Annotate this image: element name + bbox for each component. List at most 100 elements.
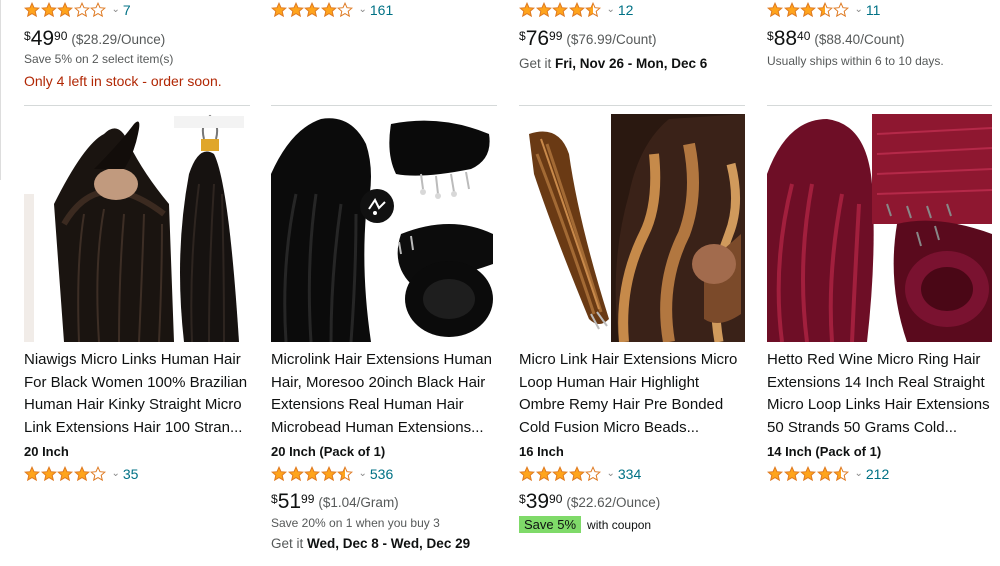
price-currency: $ — [271, 492, 278, 506]
save-offer-text: Save 20% on 1 when you buy 3 — [271, 516, 440, 530]
rating-row[interactable]: ⌄ 12 — [519, 0, 747, 20]
price-currency: $ — [767, 29, 774, 43]
star-rating[interactable] — [519, 466, 602, 482]
star-empty-icon — [90, 2, 106, 18]
star-full-icon — [320, 2, 337, 18]
rating-row[interactable]: ⌄ 212 — [767, 464, 889, 484]
price-whole: 39 — [525, 490, 550, 513]
star-full-icon — [24, 2, 40, 18]
top-card-4: ⌄ 11 $ 88 40 ($88.40/Count) Usually ship… — [767, 0, 992, 68]
star-full-icon — [519, 2, 535, 18]
product-title-link[interactable]: Micro Link Hair Extensions Micro Loop Hu… — [519, 349, 747, 439]
size-label: 20 Inch (Pack of 1) — [271, 444, 386, 459]
shipping-note: Usually ships within 6 to 10 days. — [767, 54, 944, 68]
star-full-icon — [800, 2, 816, 18]
review-count-link[interactable]: 11 — [866, 2, 881, 18]
chevron-down-icon[interactable]: ⌄ — [359, 468, 367, 479]
price-whole: 49 — [30, 27, 55, 50]
star-empty-icon — [90, 466, 106, 482]
review-count-link[interactable]: 12 — [618, 2, 634, 18]
price[interactable]: $ 39 90 ($22.62/Ounce) — [519, 491, 660, 513]
price[interactable]: $ 49 90 ($28.29/Ounce) — [24, 28, 252, 50]
price[interactable]: $ 88 40 ($88.40/Count) — [767, 28, 992, 50]
star-full-icon — [535, 466, 552, 482]
product-image-hetto-red-wine[interactable] — [767, 114, 992, 342]
star-empty-icon — [337, 2, 353, 18]
delivery-dates: Fri, Nov 26 - Mon, Dec 6 — [555, 56, 708, 71]
product-title-link[interactable]: Microlink Hair Extensions Human Hair, Mo… — [271, 349, 499, 439]
product-title-link[interactable]: Hetto Red Wine Micro Ring Hair Extension… — [767, 349, 995, 439]
star-half-icon — [833, 466, 849, 482]
product-image-moresoo[interactable] — [271, 114, 497, 342]
price[interactable]: $ 51 99 ($1.04/Gram) — [271, 491, 399, 513]
unit-price: ($88.40/Count) — [814, 32, 905, 47]
star-rating[interactable] — [767, 466, 850, 482]
star-full-icon — [304, 2, 320, 18]
star-full-icon — [519, 466, 535, 482]
chevron-down-icon[interactable]: ⌄ — [607, 4, 615, 15]
coupon-badge[interactable]: Save 5% — [519, 516, 582, 533]
review-count-link[interactable]: 7 — [123, 2, 131, 18]
product-image-micro-loop-ombre[interactable] — [519, 114, 745, 342]
unit-price: ($76.99/Count) — [566, 32, 657, 47]
star-full-icon — [287, 466, 304, 482]
coupon-text: with coupon — [587, 517, 652, 532]
card-divider — [519, 105, 745, 106]
star-rating[interactable] — [519, 2, 602, 18]
star-full-icon — [320, 466, 337, 482]
price-fraction: 90 — [54, 29, 68, 43]
card-divider — [767, 105, 992, 106]
coupon[interactable]: Save 5% with coupon — [519, 516, 651, 533]
review-count-link[interactable]: 334 — [618, 466, 641, 482]
chevron-down-icon[interactable]: ⌄ — [359, 4, 367, 15]
star-half-icon — [585, 2, 601, 18]
star-full-icon — [783, 466, 800, 482]
rating-row[interactable]: ⌄ 11 — [767, 0, 992, 20]
rating-row[interactable]: ⌄ 7 — [24, 0, 252, 20]
save-offer-text: Save 5% on 2 select item(s) — [24, 52, 174, 66]
stock-warning: Only 4 left in stock - order soon. — [24, 73, 222, 89]
chevron-down-icon[interactable]: ⌄ — [855, 4, 863, 15]
rating-row[interactable]: ⌄ 35 — [24, 464, 138, 484]
star-rating[interactable] — [271, 466, 354, 482]
star-full-icon — [800, 466, 816, 482]
star-full-icon — [816, 466, 833, 482]
star-rating[interactable] — [24, 2, 107, 18]
star-rating[interactable] — [767, 2, 850, 18]
review-count-link[interactable]: 35 — [123, 466, 139, 482]
rating-row[interactable]: ⌄ 334 — [519, 464, 641, 484]
rating-row[interactable]: ⌄ 536 — [271, 464, 393, 484]
review-count-link[interactable]: 536 — [370, 466, 393, 482]
review-count-link[interactable]: 161 — [370, 2, 393, 18]
star-rating[interactable] — [271, 2, 354, 18]
review-count-link[interactable]: 212 — [866, 466, 889, 482]
star-half-icon — [337, 466, 353, 482]
price-whole: 76 — [525, 27, 550, 50]
left-edge-rule — [0, 0, 1, 180]
chevron-down-icon[interactable]: ⌄ — [855, 468, 863, 479]
chevron-down-icon[interactable]: ⌄ — [112, 4, 120, 15]
unit-price: ($28.29/Ounce) — [71, 32, 166, 47]
chevron-down-icon[interactable]: ⌄ — [112, 468, 120, 479]
product-title-link[interactable]: Niawigs Micro Links Human Hair For Black… — [24, 349, 252, 439]
chevron-down-icon[interactable]: ⌄ — [607, 468, 615, 479]
star-rating[interactable] — [24, 466, 107, 482]
product-image-niawigs[interactable] — [24, 114, 250, 342]
size-label: 20 Inch — [24, 444, 69, 459]
price-currency: $ — [24, 29, 31, 43]
star-empty-icon — [73, 2, 90, 18]
card-divider — [24, 105, 250, 106]
size-label: 16 Inch — [519, 444, 564, 459]
price[interactable]: $ 76 99 ($76.99/Count) — [519, 28, 747, 50]
star-full-icon — [767, 466, 783, 482]
price-fraction: 40 — [797, 29, 811, 43]
star-full-icon — [552, 466, 568, 482]
star-empty-icon — [585, 466, 601, 482]
rating-row[interactable]: ⌄ 161 — [271, 0, 499, 20]
star-full-icon — [287, 2, 304, 18]
top-card-1: ⌄ 7 $ 49 90 ($28.29/Ounce) Save 5% on 2 … — [24, 0, 252, 89]
star-full-icon — [24, 466, 40, 482]
star-empty-icon — [833, 2, 849, 18]
price-whole: 51 — [277, 490, 302, 513]
unit-price: ($1.04/Gram) — [318, 495, 399, 510]
